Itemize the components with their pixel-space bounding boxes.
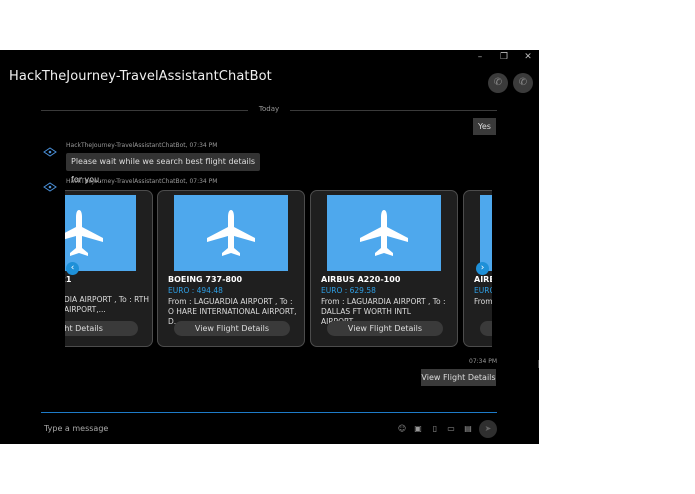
window-title: HackTheJourney-TravelAssistantChatBot: [9, 69, 272, 84]
view-flight-details-button[interactable]: [480, 321, 492, 336]
gif-icon[interactable]: ▭: [445, 424, 457, 434]
keyboard-icon[interactable]: ▤: [462, 424, 474, 434]
carousel-next-button[interactable]: ›: [476, 262, 489, 275]
airplane-icon: [360, 210, 408, 256]
resize-grip[interactable]: [538, 360, 539, 368]
flight-title: AIRB: [474, 275, 492, 284]
flight-title: STRIE A321: [65, 275, 72, 284]
flight-description: From: [474, 297, 492, 306]
message-time: 07:34 PM: [189, 178, 218, 185]
send-button[interactable]: ➤: [479, 420, 497, 438]
user-message: Yes: [473, 118, 496, 135]
close-button[interactable]: ✕: [518, 50, 538, 64]
airplane-icon: [207, 210, 255, 256]
view-flight-details-button[interactable]: ight Details: [65, 321, 138, 336]
airplane-icon: [65, 210, 103, 256]
maximize-button[interactable]: ❐: [494, 50, 514, 64]
message-time: 07:34 PM: [189, 142, 218, 149]
flight-carousel[interactable]: STRIE A321 DIA AIRPORT , To : RTH INTL A…: [65, 188, 492, 351]
flight-price: EURO: [474, 286, 492, 295]
emoji-icon[interactable]: ☺: [396, 424, 408, 434]
message-input[interactable]: Type a message: [44, 424, 108, 433]
user-message: View Flight Details: [421, 369, 496, 386]
airplane-image: [174, 195, 288, 271]
flight-description: DIA AIRPORT , To : RTH INTL AIRPORT,...: [65, 295, 152, 314]
flight-title: AIRBUS A220-100: [321, 275, 401, 284]
chat-window: – ❐ ✕ HackTheJourney-TravelAssistantChat…: [0, 50, 539, 444]
view-flight-details-button[interactable]: View Flight Details: [174, 321, 290, 336]
message-time: 07:34 PM: [469, 358, 497, 365]
sender-name: HackTheJourney-TravelAssistantChatBot,: [66, 178, 188, 185]
composer-focus-line: [41, 412, 497, 413]
airplane-image: [480, 195, 492, 271]
sender-name: HackTheJourney-TravelAssistantChatBot,: [66, 142, 188, 149]
carousel-prev-button[interactable]: ‹: [66, 262, 79, 275]
flight-card: AIRBUS A220-100 EURO : 629.58 From : LAG…: [310, 190, 458, 347]
airplane-image: [65, 195, 136, 271]
date-divider: Today: [258, 105, 280, 113]
video-icon[interactable]: ✆: [513, 73, 533, 93]
bot-message-bubble: Please wait while we search best flight …: [66, 153, 260, 184]
attach-icon[interactable]: ▯: [429, 424, 441, 434]
flight-price: EURO : 629.58: [321, 286, 376, 295]
flight-card: BOEING 737-800 EURO : 494.48 From : LAGU…: [157, 190, 305, 347]
bot-message-meta: HackTheJourney-TravelAssistantChatBot, 0…: [66, 178, 217, 185]
bot-avatar-icon: [43, 182, 57, 192]
phone-icon[interactable]: ✆: [488, 73, 508, 93]
divider-line-left: [41, 110, 248, 111]
airplane-image: [327, 195, 441, 271]
bot-message-meta: HackTheJourney-TravelAssistantChatBot, 0…: [66, 142, 217, 149]
image-icon[interactable]: ▣: [412, 424, 424, 434]
divider-line-right: [290, 110, 497, 111]
flight-title: BOEING 737-800: [168, 275, 243, 284]
minimize-button[interactable]: –: [470, 50, 490, 64]
flight-price: EURO : 494.48: [168, 286, 223, 295]
bot-avatar-icon: [43, 147, 57, 157]
view-flight-details-button[interactable]: View Flight Details: [327, 321, 443, 336]
